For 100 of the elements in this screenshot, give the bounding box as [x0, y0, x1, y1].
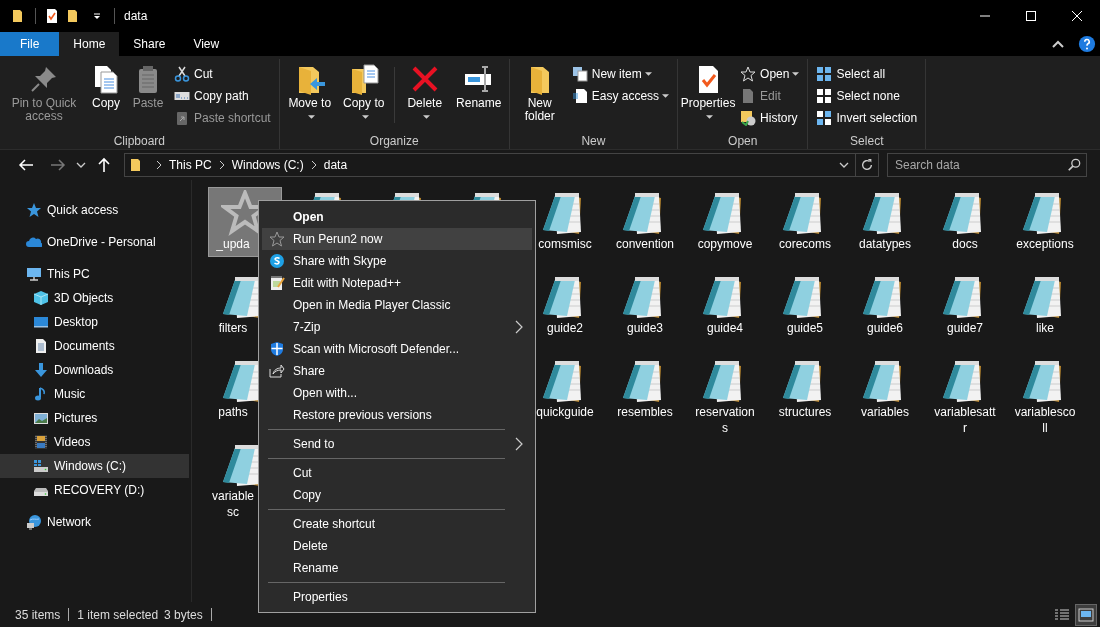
check-page-icon[interactable] [44, 8, 60, 24]
chevron-right-icon[interactable] [218, 160, 225, 170]
file-item[interactable]: guide4 [689, 272, 761, 340]
file-item[interactable]: guide7 [929, 272, 1001, 340]
file-menu-tab[interactable]: File [0, 32, 60, 56]
nav-item[interactable]: Desktop [0, 310, 189, 334]
file-item[interactable]: structures [769, 356, 841, 424]
file-item[interactable]: datatypes [849, 188, 921, 256]
nav-item[interactable]: Downloads [0, 358, 189, 382]
file-item[interactable]: corecoms [769, 188, 841, 256]
ribbon-tab[interactable]: View [179, 32, 234, 56]
breadcrumb[interactable]: This PC [169, 158, 212, 172]
ribbon-button[interactable]: Easy access [567, 85, 674, 107]
file-item[interactable]: guide6 [849, 272, 921, 340]
film-icon [33, 434, 49, 450]
ribbon-button[interactable]: Properties [682, 61, 735, 125]
nav-item[interactable]: This PC [0, 262, 189, 286]
ribbon-button[interactable]: Rename [452, 61, 505, 112]
group-label: Select [849, 133, 885, 149]
file-item[interactable]: convention [609, 188, 681, 256]
share-icon [269, 363, 285, 379]
star-icon [26, 202, 42, 218]
cube-icon [33, 290, 49, 306]
chevron-right-icon[interactable] [310, 160, 317, 170]
file-item[interactable]: guide2 [529, 272, 601, 340]
group-label: Open [727, 133, 759, 149]
nav-item[interactable]: Documents [0, 334, 189, 358]
menu-item[interactable]: Delete [262, 535, 532, 557]
file-item[interactable]: docs [929, 188, 1001, 256]
address-bar[interactable]: This PC Windows (C:) data [124, 153, 879, 177]
ribbon-button[interactable]: Move to [283, 61, 336, 125]
clock-icon [740, 110, 757, 126]
chevron-up-icon[interactable] [1052, 40, 1064, 48]
search-field[interactable]: Search data [887, 153, 1087, 177]
ribbon-button[interactable]: Copy to [337, 61, 390, 125]
nav-item[interactable]: Music [0, 382, 189, 406]
nav-item[interactable]: 3D Objects [0, 286, 189, 310]
breadcrumb[interactable]: data [323, 158, 348, 172]
ribbon-button[interactable]: History [736, 107, 804, 129]
file-name: guide2 [545, 320, 584, 336]
file-name: guide4 [705, 320, 744, 336]
group-label: Organize [368, 133, 420, 149]
ribbon-button[interactable]: Copy path [170, 85, 275, 107]
down-arrow-icon [33, 362, 49, 378]
ribbon-tab[interactable]: Share [119, 32, 180, 56]
menu-item[interactable]: Run Perun2 now [262, 228, 532, 250]
group-label: Clipboard [112, 133, 167, 149]
chevron-down-icon[interactable] [76, 162, 86, 168]
file-item[interactable]: variablesco ll [1009, 356, 1081, 438]
ribbon-button[interactable]: Select all [812, 63, 922, 85]
ribbon-tab[interactable]: Home [59, 32, 120, 56]
file-name: corecoms [778, 236, 832, 252]
file-name: like [1035, 320, 1055, 336]
ribbon-button[interactable]: Cut [170, 63, 275, 85]
file-item[interactable]: quickguide [529, 356, 601, 424]
file-name: guide5 [785, 320, 824, 336]
ribbon-button[interactable]: Copy [86, 61, 126, 112]
file-item[interactable]: variablesatt r [929, 356, 1001, 438]
scissors-icon [174, 66, 190, 82]
desktop-icon [33, 314, 49, 330]
file-item[interactable]: exceptions [1009, 188, 1081, 256]
file-item[interactable]: comsmisc [529, 188, 601, 256]
up-arrow-icon[interactable] [96, 157, 112, 173]
ribbon-button[interactable]: New folder [513, 61, 566, 125]
menu-item[interactable]: Properties [262, 586, 532, 608]
file-item[interactable]: variables [849, 356, 921, 424]
refresh-icon[interactable] [860, 158, 874, 172]
breadcrumb[interactable]: Windows (C:) [231, 158, 304, 172]
group-label: New [580, 133, 607, 149]
shield-icon [269, 341, 285, 357]
help-icon[interactable] [1078, 35, 1096, 53]
file-item[interactable]: copymove [689, 188, 761, 256]
ribbon-button[interactable]: Delete [398, 61, 451, 125]
menu-item[interactable]: Rename [262, 557, 532, 579]
nav-item[interactable]: OneDrive - Personal [0, 230, 189, 254]
nav-item[interactable]: Windows (C:) [0, 454, 189, 478]
globe-icon [26, 514, 42, 530]
file-item[interactable]: like [1009, 272, 1081, 340]
nav-item[interactable]: Pictures [0, 406, 189, 430]
nav-item[interactable]: RECOVERY (D:) [0, 478, 189, 502]
file-name: variable sc [211, 488, 255, 520]
selection-info: 1 item selected [77, 607, 159, 622]
large-icons-view-button[interactable] [1076, 604, 1096, 625]
nav-item[interactable]: Network [0, 510, 189, 534]
ribbon-button[interactable]: Select none [812, 85, 922, 107]
nav-item[interactable]: Videos [0, 430, 189, 454]
nav-item[interactable]: Quick access [0, 198, 189, 222]
chevron-right-icon[interactable] [156, 160, 162, 170]
file-item[interactable]: guide5 [769, 272, 841, 340]
back-arrow-icon[interactable] [18, 157, 34, 173]
file-name: guide3 [625, 320, 664, 336]
file-item[interactable]: reservation s [689, 356, 761, 438]
ribbon-button[interactable]: Open [736, 63, 804, 85]
file-item[interactable]: resembles [609, 356, 681, 424]
chevron-down-icon[interactable] [839, 162, 849, 168]
ribbon-button[interactable]: Invert selection [812, 107, 922, 129]
item-count: 35 items [15, 607, 61, 622]
details-icon [1054, 607, 1070, 622]
file-item[interactable]: guide3 [609, 272, 681, 340]
ribbon-button[interactable]: New item [567, 63, 674, 85]
